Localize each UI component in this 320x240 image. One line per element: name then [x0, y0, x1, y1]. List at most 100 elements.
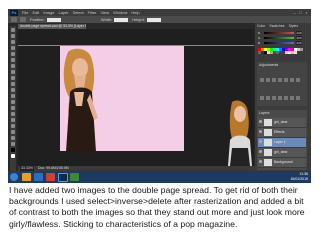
posterize-icon[interactable]: [284, 96, 288, 100]
type-tool-icon[interactable]: [11, 118, 15, 122]
slider-track-g[interactable]: [264, 37, 294, 39]
eye-icon[interactable]: [259, 130, 262, 133]
menu-select[interactable]: Select: [73, 9, 84, 16]
eraser-tool-icon[interactable]: [11, 88, 15, 92]
quick-select-tool-icon[interactable]: [11, 46, 15, 50]
path-select-tool-icon[interactable]: [11, 124, 15, 128]
slider-value-r[interactable]: 239: [296, 31, 302, 35]
eyedropper-tool-icon[interactable]: [11, 58, 15, 62]
lasso-tool-icon[interactable]: [11, 40, 15, 44]
zoom-tool-icon[interactable]: [11, 142, 15, 146]
tab-swatches[interactable]: Swatches: [269, 24, 284, 29]
feather-label: Feather:: [30, 17, 45, 22]
app-icon[interactable]: [70, 173, 79, 181]
windows-taskbar: 11:36 16/01/2015: [8, 171, 311, 183]
photoshop-taskbar-icon[interactable]: [58, 173, 68, 182]
pen-tool-icon[interactable]: [11, 112, 15, 116]
layer-row[interactable]: Effects: [258, 128, 306, 138]
marquee-tool-icon[interactable]: [11, 17, 17, 22]
color-slider-r[interactable]: R 239: [258, 31, 302, 35]
layer-name: Effects: [274, 130, 285, 134]
slider-label-g: G: [258, 36, 261, 40]
brush-tool-icon[interactable]: [11, 70, 15, 74]
eye-icon[interactable]: [259, 150, 262, 153]
layer-row[interactable]: girl_dear: [258, 148, 306, 158]
marquee-tool-icon[interactable]: [11, 34, 15, 38]
tab-color[interactable]: Color: [257, 24, 265, 29]
menu-edit[interactable]: Edit: [32, 9, 39, 16]
menu-image[interactable]: Image: [43, 9, 54, 16]
layer-name: Layer 1: [274, 140, 286, 144]
width-input[interactable]: [114, 17, 129, 22]
exposure-icon[interactable]: [278, 78, 282, 82]
layer-thumbnail: [264, 149, 272, 156]
menu-layer[interactable]: Layer: [58, 9, 68, 16]
channel-mixer-icon[interactable]: [272, 96, 276, 100]
windows-start-icon[interactable]: [10, 173, 18, 181]
menu-filter[interactable]: Filter: [88, 9, 97, 16]
taskbar-clock: 11:36 16/01/2015: [290, 172, 308, 182]
adjustments-title: Adjustments: [259, 63, 279, 67]
layer-row[interactable]: girl_dear: [258, 118, 306, 128]
slider-track-r[interactable]: [264, 32, 294, 34]
eye-icon[interactable]: [259, 120, 262, 123]
move-tool-icon[interactable]: [11, 28, 15, 32]
color-slider-b[interactable]: B 226: [258, 41, 302, 45]
dodge-tool-icon[interactable]: [11, 106, 15, 110]
threshold-icon[interactable]: [290, 96, 294, 100]
explorer-icon[interactable]: [22, 173, 31, 181]
layer-row[interactable]: Background: [258, 158, 306, 168]
layer-thumbnail: [264, 129, 272, 136]
tools-panel: [10, 26, 16, 176]
levels-icon[interactable]: [266, 78, 270, 82]
curves-icon[interactable]: [272, 78, 276, 82]
slider-value-g[interactable]: 204: [296, 36, 302, 40]
menu-view[interactable]: View: [101, 9, 110, 16]
feather-input[interactable]: [46, 17, 61, 22]
gradient-map-icon[interactable]: [296, 96, 300, 100]
photo-filter-icon[interactable]: [266, 96, 270, 100]
blur-tool-icon[interactable]: [11, 100, 15, 104]
minimize-icon[interactable]: –: [292, 10, 297, 15]
hand-tool-icon[interactable]: [11, 136, 15, 140]
close-icon[interactable]: ×: [304, 10, 309, 15]
maximize-icon[interactable]: □: [298, 10, 303, 15]
crop-tool-icon[interactable]: [11, 52, 15, 56]
color-balance-icon[interactable]: [296, 78, 300, 82]
background-color-swatch[interactable]: [11, 154, 15, 158]
selection-mode-icon[interactable]: [20, 17, 26, 22]
tab-styles[interactable]: Styles: [289, 24, 299, 29]
eye-icon[interactable]: [259, 160, 262, 163]
history-brush-tool-icon[interactable]: [11, 82, 15, 86]
color-slider-g[interactable]: G 204: [258, 36, 302, 40]
slide-caption: I have added two images to the double pa…: [9, 185, 305, 229]
vibrance-icon[interactable]: [284, 78, 288, 82]
invert-icon[interactable]: [278, 96, 282, 100]
layer-name: girl_dear: [274, 150, 288, 154]
slider-track-b[interactable]: [264, 42, 294, 44]
layer-row[interactable]: Layer 1: [258, 138, 306, 148]
brightness-icon[interactable]: [260, 78, 264, 82]
browser-icon[interactable]: [34, 173, 43, 181]
girl-image-right: [228, 100, 252, 166]
foreground-color-swatch[interactable]: [11, 148, 15, 152]
menu-file[interactable]: File: [22, 9, 28, 16]
gradient-tool-icon[interactable]: [11, 94, 15, 98]
clone-stamp-tool-icon[interactable]: [11, 76, 15, 80]
swatch-14[interactable]: [300, 48, 303, 51]
menu-window[interactable]: Window: [113, 9, 127, 16]
media-icon[interactable]: [46, 173, 55, 181]
hue-saturation-icon[interactable]: [290, 78, 294, 82]
girl-image-left: [63, 48, 98, 152]
slider-value-b[interactable]: 226: [296, 41, 302, 45]
adjustment-icons: [259, 70, 305, 106]
menu-help[interactable]: Help: [131, 9, 139, 16]
layer-name: Background: [274, 160, 293, 164]
height-input[interactable]: [146, 17, 161, 22]
swatches-grid: [258, 48, 304, 54]
shape-tool-icon[interactable]: [11, 130, 15, 134]
black-white-icon[interactable]: [260, 96, 264, 100]
healing-tool-icon[interactable]: [11, 64, 15, 68]
swatch-27[interactable]: [294, 51, 297, 54]
eye-icon[interactable]: [259, 140, 262, 143]
